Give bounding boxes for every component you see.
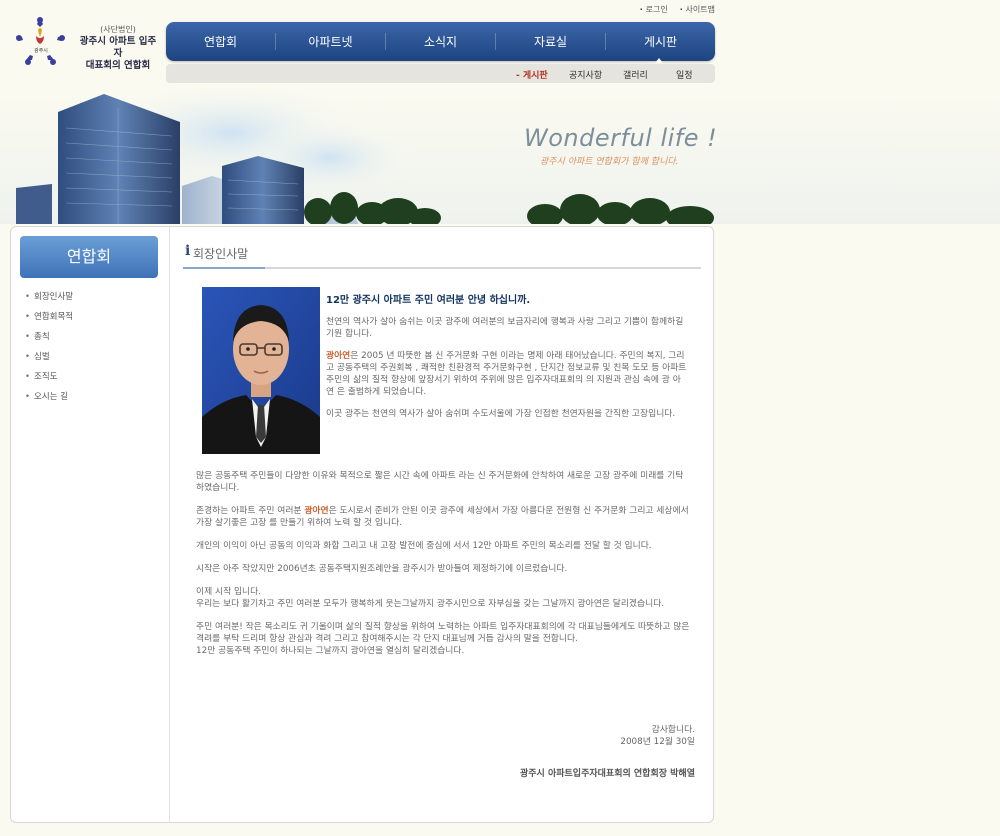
site-logo[interactable]: 광주시 (사단법인) 광주시 아파트 입주자 대표회의 연합회 [12, 16, 162, 72]
page-heading: i 회장인사말 [183, 243, 701, 269]
logo-emblem-icon: 광주시 [16, 17, 65, 65]
main-content: i 회장인사말 12만 광주시 아파트 주민 여러분 안녕 하십니까. 천연의 … [171, 227, 713, 822]
sidebar-title: 연합회 [20, 236, 158, 278]
subnav-item-schedule[interactable]: 일정 [676, 68, 693, 81]
login-link[interactable]: 로그인 [640, 4, 668, 15]
body-paragraph-6: 주민 여러분! 작은 목소리도 귀 기울이며 삶의 질적 향상을 위하여 노력하… [196, 621, 690, 657]
nav-item-newsletter[interactable]: 소식지 [386, 33, 496, 50]
signoff: 감사합니다. 2008년 12월 30일 [620, 724, 695, 748]
logo-line-2: 광주시 아파트 입주자 [79, 36, 157, 59]
sidebar-item-organization[interactable]: 조직도 [25, 371, 73, 391]
thanks-text: 감사합니다. [651, 725, 695, 735]
subnav-pointer [655, 58, 663, 63]
sidebar: 연합회 회장인사말 연합회목적 총칙 심벌 조직도 오시는 길 [11, 227, 170, 822]
body-paragraph-2: 존경하는 아파트 주민 여러분 광아연은 도시로서 준비가 안된 이곳 광주에 … [196, 505, 690, 529]
logo-text: (사단법인) 광주시 아파트 입주자 대표회의 연합회 [76, 24, 160, 72]
logo-line-3: 대표회의 연합회 [85, 60, 151, 71]
highlight-name: 광아연 [304, 506, 329, 516]
top-links: 로그인 사이트맵 [640, 4, 715, 15]
intro-paragraph-3: 이곳 광주는 천연의 역사가 살아 숨쉬며 수도서울에 가장 인접한 천연자원을… [326, 409, 676, 419]
sub-nav: - 게시판 공지사항 갤러리 일정 [166, 64, 715, 83]
intro-section: 12만 광주시 아파트 주민 여러분 안녕 하십니까. 천연의 역사가 살아 숨… [326, 291, 688, 430]
body-paragraph-6-line-1: 주민 여러분! 작은 목소리도 귀 기울이며 삶의 질적 향상을 위하여 노력하… [196, 622, 690, 644]
body-paragraph-5-line-2: 우리는 보다 활기차고 주민 여러분 모두가 행복하게 웃는그날까지 광주시민으… [196, 599, 665, 609]
page-title: 회장인사말 [193, 247, 249, 261]
nav-item-board[interactable]: 게시판 [606, 33, 715, 50]
heading-accent-bar [183, 267, 265, 269]
nav-item-archive[interactable]: 자료실 [496, 33, 606, 50]
letter-date: 2008년 12월 30일 [620, 737, 695, 747]
intro-paragraph-2-text: 은 2005 년 따뜻한 봄 신 주거문화 구현 이라는 명제 아래 태어났습니… [326, 351, 687, 397]
body-paragraph-5: 이제 시작 입니다. 우리는 보다 활기차고 주민 여러분 모두가 행복하게 웃는… [196, 586, 690, 610]
content-panel: 연합회 회장인사말 연합회목적 총칙 심벌 조직도 오시는 길 i 회장인사말 [10, 226, 714, 823]
heading-info-icon: i [185, 243, 191, 259]
sidebar-item-directions[interactable]: 오시는 길 [25, 391, 73, 411]
intro-paragraph-1: 천연의 역사가 살아 숨쉬는 이곳 광주에 여러분의 보금자리에 행복과 사랑 … [326, 317, 684, 339]
nav-item-apartnet[interactable]: 아파트넷 [276, 33, 386, 50]
subnav-item-board[interactable]: - 게시판 [516, 68, 548, 81]
sitemap-link[interactable]: 사이트맵 [680, 4, 715, 15]
body-paragraph-1: 많은 공동주택 주민들이 다양한 이유와 목적으로 짧은 시간 속에 아파트 라… [196, 471, 684, 493]
highlight-name: 광아연 [326, 351, 351, 361]
subnav-item-gallery[interactable]: 갤러리 [623, 68, 648, 81]
subnav-active-prefix: - [516, 71, 523, 81]
main-nav: 연합회 아파트넷 소식지 자료실 게시판 [166, 22, 715, 61]
sidebar-item-greeting[interactable]: 회장인사말 [25, 291, 73, 311]
intro-title: 12만 광주시 아파트 주민 여러분 안녕 하십니까. [326, 295, 531, 306]
subnav-item-board-label: 게시판 [522, 71, 548, 81]
banner-illustration [0, 88, 1000, 228]
body-paragraph-4: 시작은 아주 작았지만 2006년초 공동주택지원조례안을 광주시가 받아들여 … [196, 564, 568, 574]
hero-banner: Wonderful life ! 광주시 아파트 연합회가 함께 합니다. [0, 88, 1000, 228]
nav-item-association[interactable]: 연합회 [166, 33, 276, 50]
sidebar-item-symbol[interactable]: 심벌 [25, 351, 73, 371]
logo-line-1: (사단법인) [100, 25, 136, 34]
banner-subtitle: 광주시 아파트 연합회가 함께 합니다. [540, 157, 679, 167]
body-paragraph-2-start: 존경하는 아파트 주민 여러분 [196, 506, 305, 516]
body-paragraph-5-line-1: 이제 시작 입니다. [196, 587, 262, 597]
president-photo [202, 287, 320, 454]
intro-paragraph-2: 광아연은 2005 년 따뜻한 봄 신 주거문화 구현 이라는 명제 아래 태어… [326, 350, 688, 398]
body-paragraph-6-line-2: 12만 공동주택 주민이 하나되는 그날까지 광아연을 열심히 달리겠습니다. [196, 646, 465, 656]
banner-title: Wonderful life ! [524, 124, 718, 152]
logo-emblem-text: 광주시 [34, 47, 48, 54]
subnav-item-notice[interactable]: 공지사항 [569, 68, 602, 81]
sidebar-item-purpose[interactable]: 연합회목적 [25, 311, 73, 331]
signature: 광주시 아파트입주자대표회의 연합회장 박해열 [519, 769, 695, 779]
greeting-body: 많은 공동주택 주민들이 다양한 이유와 목적으로 짧은 시간 속에 아파트 라… [196, 470, 690, 668]
body-paragraph-3: 개인의 이익이 아닌 공동의 이익과 화합 그리고 내 고장 발전에 중심에 서… [196, 541, 652, 551]
sidebar-menu: 회장인사말 연합회목적 총칙 심벌 조직도 오시는 길 [25, 291, 73, 411]
sidebar-item-rules[interactable]: 총칙 [25, 331, 73, 351]
